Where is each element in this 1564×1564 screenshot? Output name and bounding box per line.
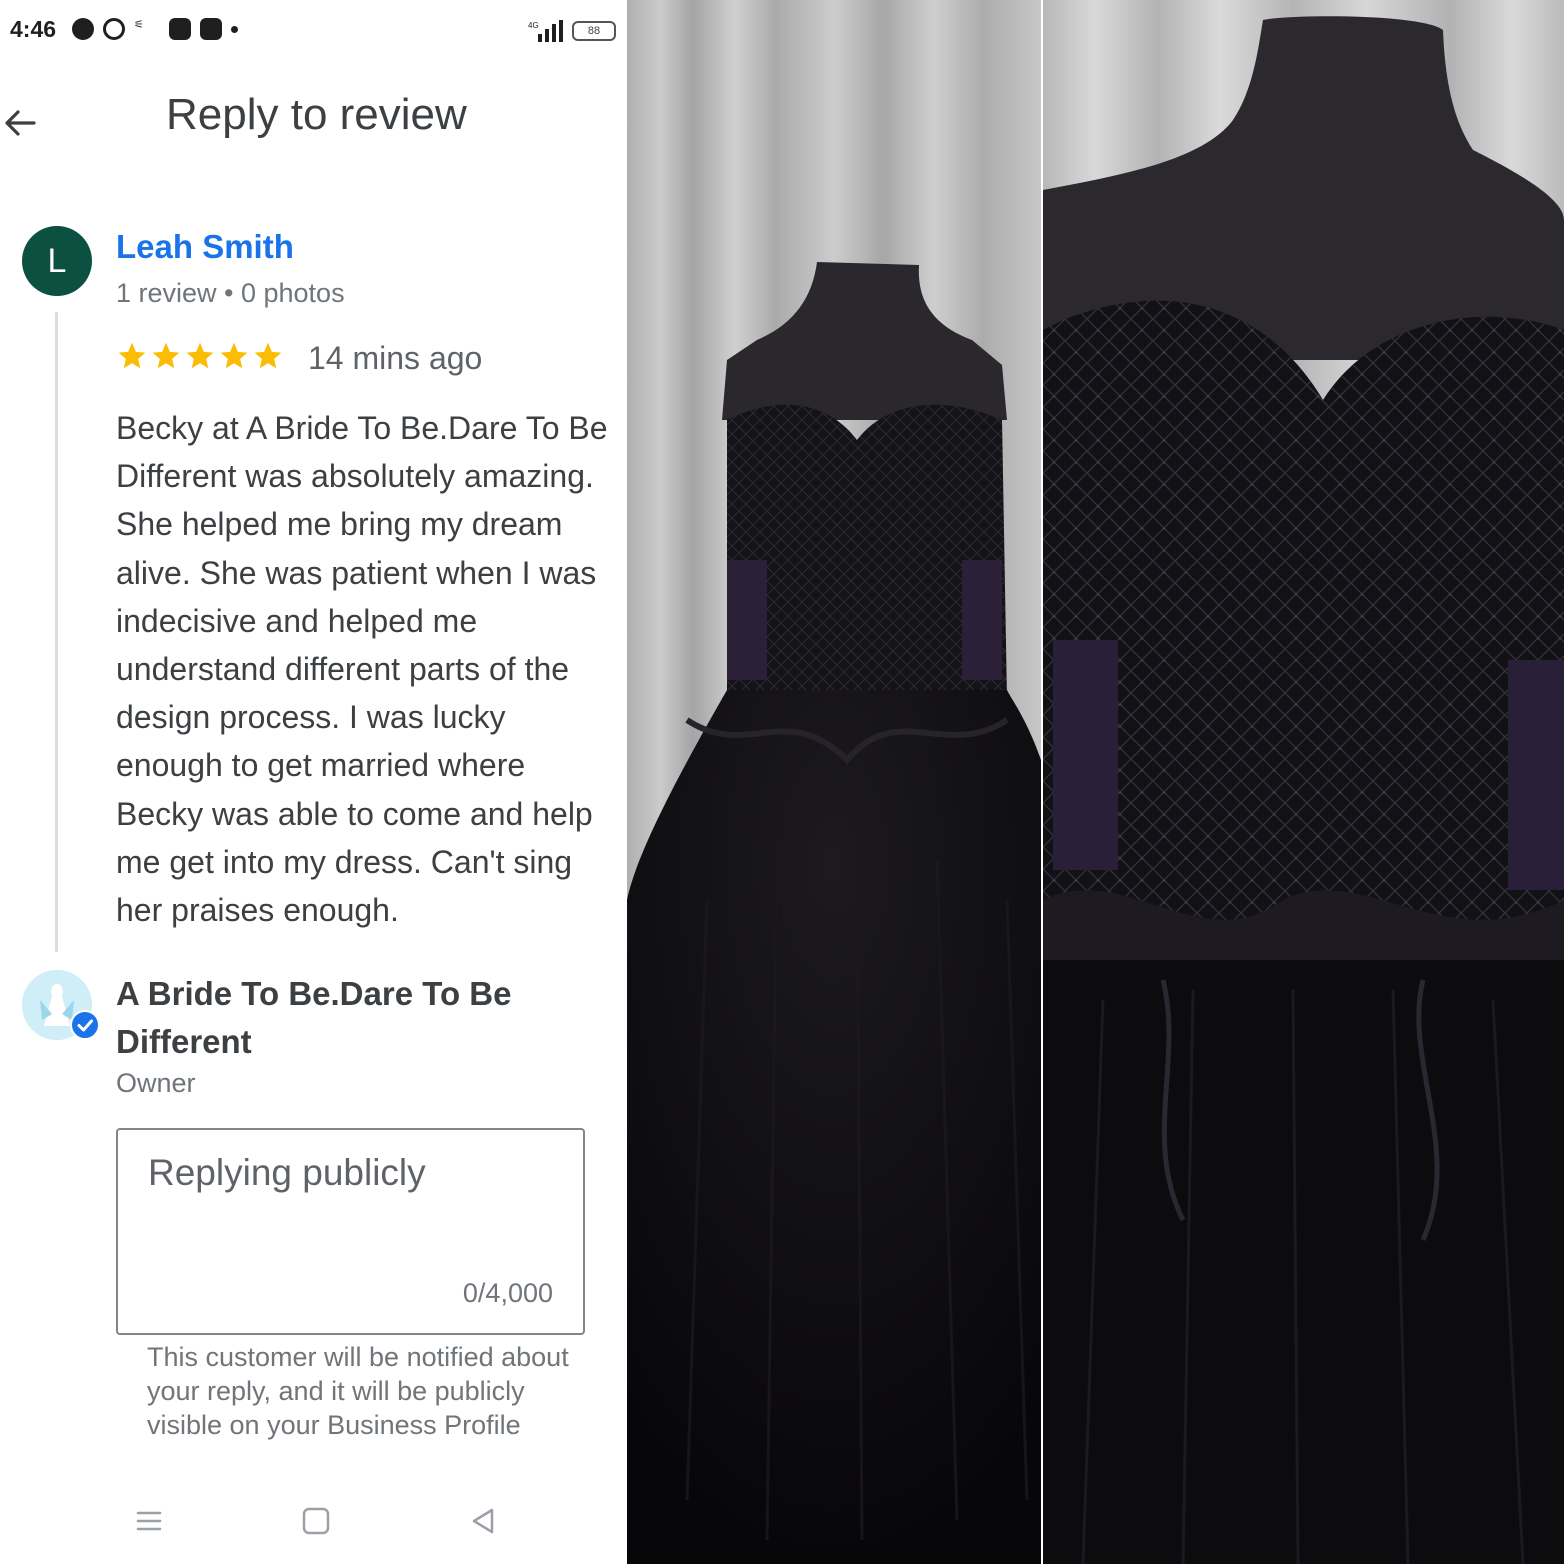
battery-icon: 88: [572, 21, 616, 41]
review-reply-screen: 4:46 ⚟ 4G 88 Reply to review L Leah Smit…: [0, 0, 627, 1564]
review-time: 14 mins ago: [308, 340, 483, 376]
menu-icon[interactable]: [132, 1504, 166, 1538]
verified-badge-icon: [70, 1010, 100, 1040]
home-square-icon[interactable]: [299, 1504, 333, 1538]
star-icon: [186, 342, 214, 369]
signal-icon: 4G: [528, 20, 563, 42]
chat-notification-icon: [200, 18, 222, 40]
reply-input[interactable]: [148, 1152, 568, 1194]
system-nav-bar: [0, 1490, 627, 1564]
reply-helper-text: This customer will be notified about you…: [147, 1342, 569, 1440]
whatsapp-icon: [103, 18, 125, 40]
owner-role: Owner: [116, 1068, 196, 1098]
owner-business-name: A Bride To Be.Dare To Be Different: [116, 975, 512, 1060]
hd-voice-icon: ⚟: [134, 19, 144, 31]
star-rating: [116, 340, 284, 372]
star-icon: [152, 342, 180, 369]
status-bar: 4:46 ⚟ 4G 88: [0, 0, 627, 62]
thread-line: [55, 312, 58, 952]
app-bar: Reply to review: [0, 62, 627, 182]
reply-textarea[interactable]: 0/4,000: [116, 1128, 585, 1335]
dress-photo-closeup: [1043, 0, 1564, 1564]
arrow-left-icon[interactable]: [0, 102, 42, 144]
dress-photo-full: [627, 0, 1041, 1564]
star-icon: [254, 342, 282, 369]
char-counter: 0/4,000: [462, 1278, 553, 1308]
status-time: 4:46: [10, 16, 57, 42]
review-text: Becky at A Bride To Be.Dare To Be Differ…: [116, 410, 608, 929]
star-icon: [220, 342, 248, 369]
back-triangle-icon[interactable]: [466, 1504, 500, 1538]
more-notifications-dot: [231, 25, 238, 33]
reviewer-name-link[interactable]: Leah Smith: [116, 228, 294, 266]
star-icon: [118, 342, 146, 369]
app-notification-icon: [169, 18, 191, 40]
messenger-icon: [72, 18, 94, 40]
page-title: Reply to review: [166, 90, 467, 139]
svg-text:4G: 4G: [528, 21, 539, 30]
reviewer-meta: 1 review • 0 photos: [116, 278, 345, 308]
reviewer-avatar[interactable]: L: [22, 226, 92, 296]
notification-icons: ⚟: [72, 18, 238, 40]
